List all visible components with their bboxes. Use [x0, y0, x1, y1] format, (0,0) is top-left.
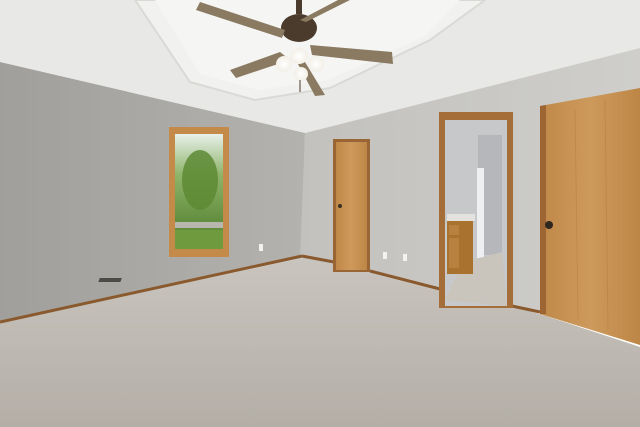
- window-tree: [182, 150, 218, 210]
- outlet-back: [383, 252, 387, 259]
- bedroom-photo: [0, 0, 640, 427]
- fan-light-2: [276, 56, 292, 72]
- window-road: [175, 222, 223, 228]
- outlet-back-2: [403, 254, 407, 261]
- fan-downrod: [296, 0, 302, 14]
- bathroom-mirror-light: [477, 168, 484, 258]
- bedroom-photo-svg: [0, 0, 640, 427]
- vanity-drawer-2: [449, 238, 459, 268]
- right-closet-door-knob[interactable]: [545, 221, 553, 229]
- right-closet-door[interactable]: [540, 88, 640, 345]
- fan-light-4: [294, 67, 308, 81]
- outlet-left: [259, 244, 263, 251]
- vanity-drawer-1: [449, 225, 459, 235]
- floor-vent: [98, 278, 122, 282]
- fan-light-3: [308, 56, 324, 72]
- right-closet-door-edge: [540, 105, 546, 314]
- closet-door-knob[interactable]: [338, 204, 342, 208]
- window-lawn: [175, 230, 223, 249]
- fan-light-1: [290, 48, 308, 64]
- bathroom-countertop: [447, 214, 475, 221]
